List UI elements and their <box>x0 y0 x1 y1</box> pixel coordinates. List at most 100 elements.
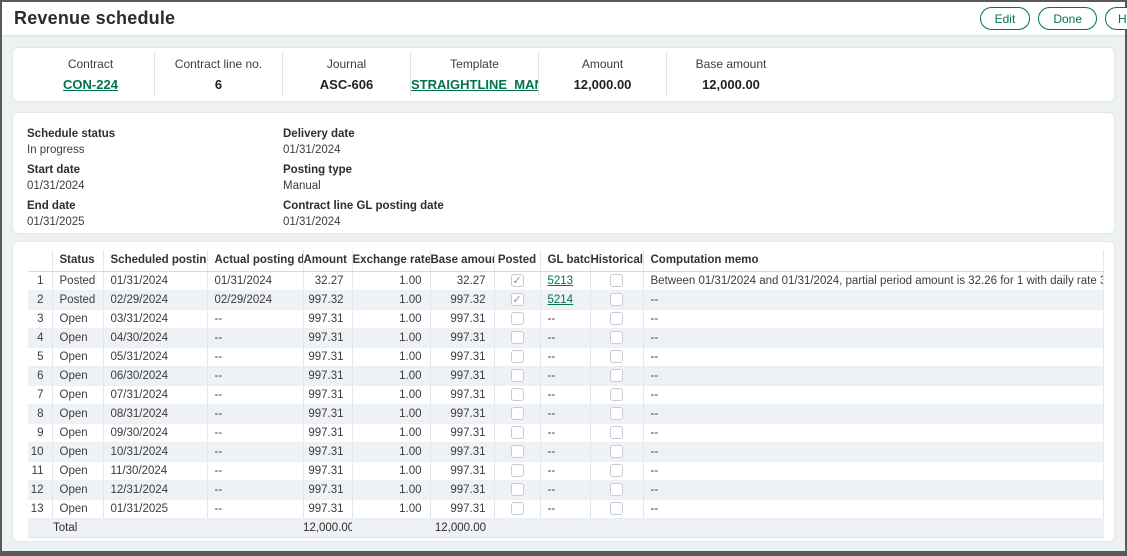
gl-batch-link[interactable]: 5213 <box>548 275 574 287</box>
header-buttons: Edit Done H <box>980 7 1127 30</box>
actual-posting-date-cell: -- <box>207 404 303 423</box>
scheduled-posting-date-cell: 10/31/2024 <box>103 442 207 461</box>
posted-checkbox[interactable] <box>511 331 524 344</box>
edit-button[interactable]: Edit <box>980 7 1031 30</box>
status-cell: Open <box>52 404 103 423</box>
scheduled-posting-date-cell: 01/31/2024 <box>103 271 207 290</box>
base-amount-cell: 997.31 <box>430 423 494 442</box>
schedule-table: Status Scheduled posting date Actual pos… <box>28 250 1104 538</box>
amount-cell: 997.31 <box>303 499 352 518</box>
posted-header: Posted <box>494 250 540 271</box>
base-amount-label: Base amount <box>667 57 795 71</box>
amount-cell: 32.27 <box>303 271 352 290</box>
historical-cell <box>590 404 643 423</box>
posting-type-value: Manual <box>283 180 1100 192</box>
schedule-table-card: Status Scheduled posting date Actual pos… <box>12 241 1115 542</box>
historical-checkbox[interactable] <box>610 293 623 306</box>
posted-checkbox[interactable]: ✓ <box>511 274 524 287</box>
historical-checkbox[interactable] <box>610 407 623 420</box>
posted-checkbox[interactable] <box>511 312 524 325</box>
status-cell: Open <box>52 385 103 404</box>
scheduled-posting-date-cell: 09/30/2024 <box>103 423 207 442</box>
status-cell: Open <box>52 423 103 442</box>
row-number-cell: 9 <box>28 423 52 442</box>
historical-checkbox[interactable] <box>610 312 623 325</box>
scheduled-posting-date-header: Scheduled posting date <box>103 250 207 271</box>
table-row: 12Open12/31/2024--997.311.00997.31---- <box>28 480 1104 499</box>
historical-checkbox[interactable] <box>610 483 623 496</box>
status-cell: Open <box>52 480 103 499</box>
total-amount: 12,000.00 <box>303 518 352 537</box>
total-base-amount: 12,000.00 <box>430 518 494 537</box>
posted-checkbox[interactable] <box>511 483 524 496</box>
posted-cell: ✓ <box>494 271 540 290</box>
historical-cell <box>590 499 643 518</box>
historical-checkbox[interactable] <box>610 350 623 363</box>
posted-checkbox[interactable] <box>511 369 524 382</box>
posted-checkbox[interactable] <box>511 350 524 363</box>
historical-checkbox[interactable] <box>610 331 623 344</box>
summary-field-base-amount: Base amount 12,000.00 <box>667 53 795 96</box>
computation-memo-header: Computation memo <box>643 250 1104 271</box>
exchange-rate-cell: 1.00 <box>352 404 430 423</box>
historical-checkbox[interactable] <box>610 464 623 477</box>
posted-cell <box>494 366 540 385</box>
row-number-cell: 11 <box>28 461 52 480</box>
amount-cell: 997.31 <box>303 461 352 480</box>
total-label: Total <box>28 518 103 537</box>
historical-cell <box>590 480 643 499</box>
posted-checkbox[interactable] <box>511 445 524 458</box>
amount-cell: 997.31 <box>303 404 352 423</box>
posted-checkbox[interactable] <box>511 407 524 420</box>
actual-posting-date-cell: -- <box>207 442 303 461</box>
table-row: 11Open11/30/2024--997.311.00997.31---- <box>28 461 1104 480</box>
help-button[interactable]: H <box>1105 7 1127 30</box>
exchange-rate-cell: 1.00 <box>352 385 430 404</box>
schedule-status-value: In progress <box>27 144 283 156</box>
historical-checkbox[interactable] <box>610 426 623 439</box>
posted-checkbox[interactable] <box>511 502 524 515</box>
posted-checkbox[interactable] <box>511 464 524 477</box>
actual-posting-date-cell: -- <box>207 328 303 347</box>
posted-checkbox[interactable] <box>511 388 524 401</box>
template-link[interactable]: STRAIGHTLINE_MANUA <box>411 77 538 92</box>
gl-batch-cell: -- <box>540 442 590 461</box>
row-number-cell: 8 <box>28 404 52 423</box>
historical-checkbox[interactable] <box>610 369 623 382</box>
scheduled-posting-date-cell: 12/31/2024 <box>103 480 207 499</box>
base-amount-value: 12,000.00 <box>667 77 795 92</box>
posted-cell <box>494 423 540 442</box>
page-title: Revenue schedule <box>14 8 175 29</box>
exchange-rate-cell: 1.00 <box>352 442 430 461</box>
gl-batch-cell: -- <box>540 461 590 480</box>
posted-checkbox[interactable]: ✓ <box>511 293 524 306</box>
posted-cell <box>494 347 540 366</box>
scheduled-posting-date-cell: 03/31/2024 <box>103 309 207 328</box>
scheduled-posting-date-cell: 06/30/2024 <box>103 366 207 385</box>
scheduled-posting-date-cell: 08/31/2024 <box>103 404 207 423</box>
posted-cell <box>494 404 540 423</box>
historical-checkbox[interactable] <box>610 274 623 287</box>
posting-type-field: Posting type Manual <box>283 164 1100 192</box>
amount-cell: 997.31 <box>303 309 352 328</box>
row-number-cell: 7 <box>28 385 52 404</box>
historical-checkbox[interactable] <box>610 445 623 458</box>
computation-memo-cell: -- <box>643 480 1104 499</box>
scheduled-posting-date-cell: 07/31/2024 <box>103 385 207 404</box>
row-number-cell: 2 <box>28 290 52 309</box>
journal-label: Journal <box>283 57 410 71</box>
historical-checkbox[interactable] <box>610 388 623 401</box>
historical-cell <box>590 290 643 309</box>
gl-batch-link[interactable]: 5214 <box>548 294 574 306</box>
historical-checkbox[interactable] <box>610 502 623 515</box>
amount-cell: 997.31 <box>303 423 352 442</box>
gl-posting-date-value: 01/31/2024 <box>283 216 1100 228</box>
posted-cell <box>494 328 540 347</box>
contract-line-label: Contract line no. <box>155 57 282 71</box>
contract-link[interactable]: CON-224 <box>63 77 118 92</box>
computation-memo-cell: -- <box>643 499 1104 518</box>
done-button[interactable]: Done <box>1038 7 1097 30</box>
actual-posting-date-cell: -- <box>207 480 303 499</box>
base-amount-cell: 997.31 <box>430 328 494 347</box>
posted-checkbox[interactable] <box>511 426 524 439</box>
